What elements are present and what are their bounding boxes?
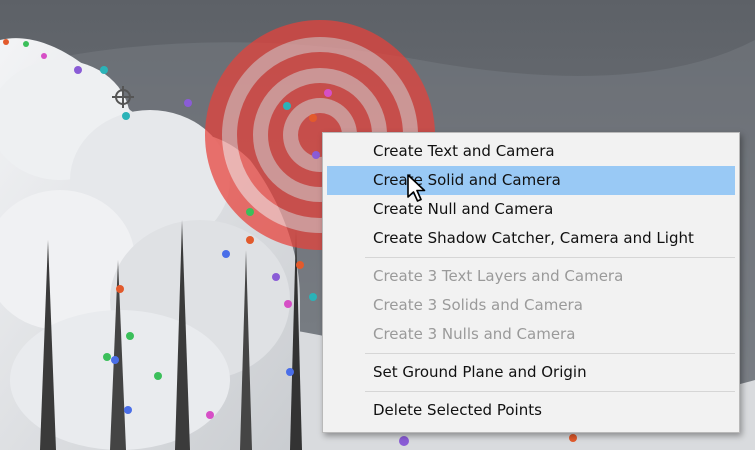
track-point-icon — [100, 66, 108, 74]
arrow-pointer-icon — [407, 174, 426, 202]
track-point-icon — [312, 151, 320, 159]
menu-item-create-solid-and-camera[interactable]: Create Solid and Camera — [327, 166, 735, 195]
track-point-icon — [154, 372, 162, 380]
track-point-icon — [324, 89, 332, 97]
menu-item-create-3-nulls-and-camera: Create 3 Nulls and Camera — [373, 325, 576, 343]
menu-separator — [365, 391, 735, 392]
track-point-icon — [309, 293, 317, 301]
track-point-icon — [286, 368, 294, 376]
track-point-icon — [184, 99, 192, 107]
track-point-icon — [296, 261, 304, 269]
menu-item-set-ground-plane-and-origin[interactable]: Set Ground Plane and Origin — [327, 358, 735, 387]
menu-item-create-shadow-catcher-camera-and-light[interactable]: Create Shadow Catcher, Camera and Light — [327, 224, 735, 253]
track-point-icon — [246, 208, 254, 216]
track-point-icon — [206, 411, 214, 419]
track-point-icon — [111, 356, 119, 364]
menu-item-create-3-text-layers-and-camera: Create 3 Text Layers and Camera — [373, 267, 624, 285]
track-point-icon — [116, 285, 124, 293]
track-point-icon — [41, 53, 47, 59]
track-point-icon — [3, 39, 9, 45]
track-point-icon — [309, 114, 317, 122]
track-point-icon — [272, 273, 280, 281]
track-point-icon — [222, 250, 230, 258]
track-point-icon — [122, 112, 130, 120]
track-point-icon — [284, 300, 292, 308]
track-point-icon — [103, 353, 111, 361]
menu-item-create-null-and-camera[interactable]: Create Null and Camera — [327, 195, 735, 224]
track-point-icon — [74, 66, 82, 74]
menu-item-create-text-and-camera[interactable]: Create Text and Camera — [327, 137, 735, 166]
menu-item-delete-selected-points[interactable]: Delete Selected Points — [327, 396, 735, 425]
menu-separator — [365, 257, 735, 258]
context-menu: Create Text and Camera Create Solid and C… — [322, 132, 740, 433]
track-point-icon — [126, 332, 134, 340]
track-point-icon — [246, 236, 254, 244]
track-point-icon — [124, 406, 132, 414]
menu-item-create-3-solids-and-camera: Create 3 Solids and Camera — [373, 296, 583, 314]
track-point-icon — [569, 434, 577, 442]
track-point-icon — [283, 102, 291, 110]
track-point-icon — [399, 436, 409, 446]
track-point-icon — [23, 41, 29, 47]
menu-separator — [365, 353, 735, 354]
